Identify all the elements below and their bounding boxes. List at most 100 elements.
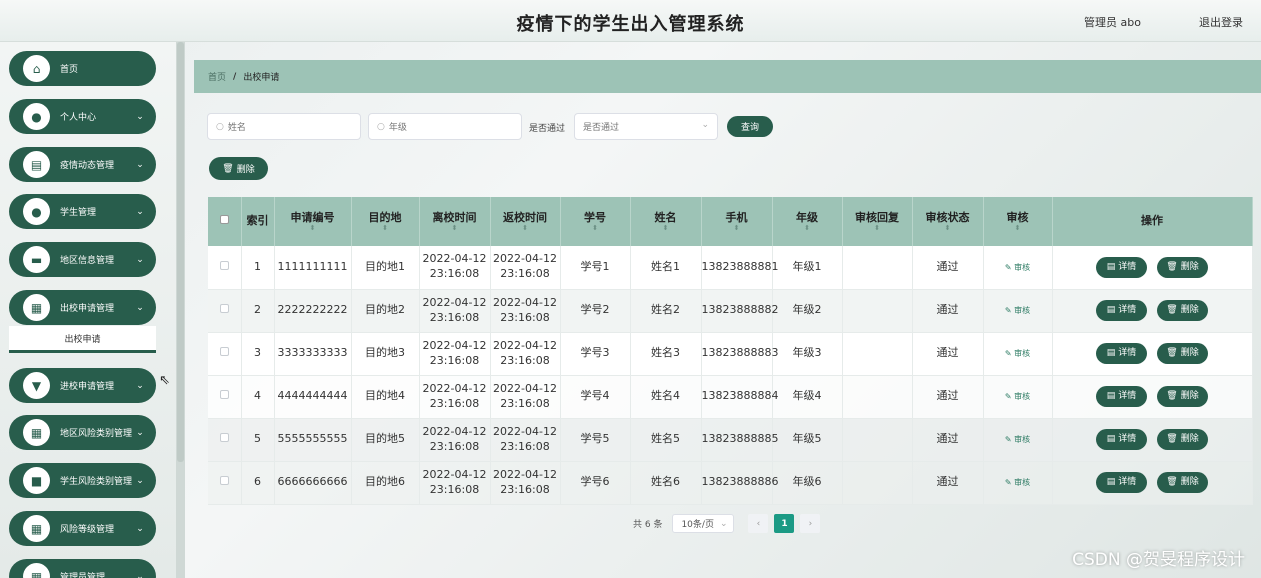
sidebar-item-7[interactable]: ▼ 进校申请管理 ⌄ bbox=[9, 368, 156, 403]
trash-icon: 🗑 bbox=[1166, 262, 1178, 273]
cell-grade: 年级3 bbox=[772, 332, 843, 376]
sidebar-item-1[interactable]: ⌂ 首页 bbox=[9, 51, 156, 86]
batch-delete-button[interactable]: 🗑 删除 bbox=[209, 157, 268, 180]
detail-button[interactable]: ▤ 详情 bbox=[1096, 429, 1147, 450]
cell-phone: 13823888883 bbox=[701, 332, 778, 376]
detail-button[interactable]: ▤ 详情 bbox=[1096, 386, 1147, 407]
col-student-id[interactable]: 学号 ⬍ bbox=[560, 197, 631, 246]
sidebar-item-label: 地区信息管理 bbox=[60, 256, 115, 266]
audit-link[interactable]: ✎ 审核 bbox=[1005, 263, 1030, 272]
sidebar-item-5[interactable]: ▬ 地区信息管理 ⌄ bbox=[9, 242, 156, 277]
col-grade[interactable]: 年级 ⬍ bbox=[772, 197, 843, 246]
next-page-button[interactable]: › bbox=[800, 514, 821, 533]
cell-leave-time: 2022-04-12 23:16:08 bbox=[419, 246, 491, 290]
pagination: 共 6 条 10条/页 ⌄ ‹ 1 › bbox=[633, 514, 821, 533]
sidebar-scrollbar[interactable] bbox=[176, 42, 185, 578]
detail-button[interactable]: ▤ 详情 bbox=[1096, 256, 1147, 278]
cell-phone: 13823888881 bbox=[701, 246, 778, 290]
sidebar-item-6[interactable]: ▦ 出校申请管理 ⌄ bbox=[9, 290, 156, 325]
col-name[interactable]: 姓名 ⬍ bbox=[630, 197, 702, 246]
cell-name: 姓名6 bbox=[630, 461, 702, 505]
cell-index: 4 bbox=[241, 375, 275, 419]
row-delete-button[interactable]: 🗑 删除 bbox=[1157, 343, 1208, 364]
chevron-down-icon: ⌄ bbox=[136, 159, 144, 170]
document-icon: ▤ bbox=[23, 151, 50, 178]
grid-icon: ▦ bbox=[23, 563, 50, 578]
table-row: 1 1111111111 目的地1 2022-04-12 23:16:08 2022-0… bbox=[208, 246, 1253, 290]
detail-button[interactable]: ▤ 详情 bbox=[1096, 343, 1147, 364]
sidebar-item-8[interactable]: ▦ 地区风险类别管理 ⌄ bbox=[9, 415, 156, 450]
pass-select[interactable]: ⌄ bbox=[574, 113, 718, 140]
sidebar-subitem-exit-application[interactable]: 出校申请 bbox=[9, 326, 156, 353]
audit-link[interactable]: ✎ 审核 bbox=[1005, 306, 1030, 315]
select-all-cell[interactable] bbox=[208, 197, 242, 246]
row-checkbox[interactable] bbox=[219, 304, 229, 314]
sidebar-item-label: 管理员管理 bbox=[60, 573, 106, 578]
row-select-cell[interactable] bbox=[208, 375, 242, 419]
col-audit[interactable]: 审核 ⬍ bbox=[983, 197, 1053, 246]
logout-link[interactable]: 退出登录 bbox=[1199, 14, 1243, 30]
row-select-cell[interactable] bbox=[208, 289, 242, 333]
cell-leave-time: 2022-04-12 23:16:08 bbox=[419, 375, 491, 419]
audit-link[interactable]: ✎ 审核 bbox=[1005, 478, 1030, 487]
cell-audit: ✎ 审核 bbox=[983, 418, 1053, 462]
page-number-button[interactable]: 1 bbox=[774, 514, 795, 533]
col-leave-time[interactable]: 离校时间 ⬍ bbox=[419, 197, 491, 246]
trash-icon: 🗑 bbox=[1166, 391, 1178, 402]
sidebar-item-2[interactable]: ● 个人中心 ⌄ bbox=[9, 99, 156, 134]
grade-search-input[interactable]: ○ bbox=[368, 113, 522, 140]
row-checkbox[interactable] bbox=[219, 433, 229, 443]
row-checkbox[interactable] bbox=[219, 476, 229, 486]
sidebar-item-label: 疫情动态管理 bbox=[60, 161, 115, 171]
row-delete-button[interactable]: 🗑 删除 bbox=[1157, 386, 1208, 407]
detail-button[interactable]: ▤ 详情 bbox=[1096, 472, 1147, 493]
name-input-field[interactable] bbox=[227, 121, 360, 132]
cell-destination: 目的地6 bbox=[351, 461, 420, 505]
cell-name: 姓名2 bbox=[630, 289, 702, 333]
audit-link[interactable]: ✎ 审核 bbox=[1005, 392, 1030, 401]
top-bar: 疫情下的学生出入管理系统 管理员 abo 退出登录 bbox=[0, 0, 1261, 42]
edit-icon: ✎ bbox=[1004, 478, 1012, 488]
grid-icon: ▦ bbox=[23, 294, 50, 321]
edit-icon: ✎ bbox=[1004, 435, 1012, 445]
search-button[interactable]: 查询 bbox=[727, 116, 773, 137]
cell-destination: 目的地1 bbox=[351, 246, 420, 290]
sidebar-item-11[interactable]: ▦ 管理员管理 ⌄ bbox=[9, 559, 156, 578]
col-destination[interactable]: 目的地 ⬍ bbox=[351, 197, 420, 246]
col-application-no[interactable]: 申请编号 ⬍ bbox=[274, 197, 352, 246]
row-checkbox[interactable] bbox=[219, 260, 229, 270]
detail-icon: ▤ bbox=[1106, 477, 1116, 488]
row-checkbox[interactable] bbox=[219, 390, 229, 400]
sidebar-item-label: 个人中心 bbox=[60, 113, 97, 123]
audit-link[interactable]: ✎ 审核 bbox=[1005, 435, 1030, 444]
sidebar-item-4[interactable]: ● 学生管理 ⌄ bbox=[9, 194, 156, 229]
row-select-cell[interactable] bbox=[208, 332, 242, 376]
breadcrumb-home[interactable]: 首页 bbox=[208, 70, 226, 83]
sidebar-item-10[interactable]: ▦ 风险等级管理 ⌄ bbox=[9, 511, 156, 546]
name-search-input[interactable]: ○ bbox=[207, 113, 361, 140]
row-select-cell[interactable] bbox=[208, 418, 242, 462]
pass-select-field[interactable] bbox=[583, 121, 717, 132]
col-return-time[interactable]: 返校时间 ⬍ bbox=[490, 197, 561, 246]
row-select-cell[interactable] bbox=[208, 461, 242, 505]
sidebar-item-3[interactable]: ▤ 疫情动态管理 ⌄ bbox=[9, 147, 156, 182]
cell-grade: 年级1 bbox=[772, 246, 843, 290]
row-delete-button[interactable]: 🗑 删除 bbox=[1157, 256, 1208, 278]
sidebar-item-9[interactable]: ■ 学生风险类别管理 ⌄ bbox=[9, 463, 156, 498]
row-select-cell[interactable] bbox=[208, 246, 242, 290]
prev-page-button[interactable]: ‹ bbox=[748, 514, 769, 533]
row-delete-button[interactable]: 🗑 删除 bbox=[1157, 429, 1208, 450]
col-audit-status[interactable]: 审核状态 ⬍ bbox=[912, 197, 984, 246]
row-delete-button[interactable]: 🗑 删除 bbox=[1157, 300, 1208, 321]
cell-return-time: 2022-04-12 23:16:08 bbox=[490, 461, 561, 505]
row-delete-button[interactable]: 🗑 删除 bbox=[1157, 472, 1208, 493]
row-checkbox[interactable] bbox=[219, 347, 229, 357]
select-all-checkbox[interactable] bbox=[219, 215, 229, 225]
grade-input-field[interactable] bbox=[388, 121, 521, 132]
col-phone[interactable]: 手机 ⬍ bbox=[701, 197, 773, 246]
col-audit-reply[interactable]: 审核回复 ⬍ bbox=[842, 197, 913, 246]
audit-link[interactable]: ✎ 审核 bbox=[1005, 349, 1030, 358]
detail-button[interactable]: ▤ 详情 bbox=[1096, 300, 1147, 321]
main-content: ○ ○ 是否通过 ⌄ 查询 🗑 删除 索引 申请编号⬍ 目的地⬍ 离校时间⬍ 返 bbox=[194, 93, 1261, 578]
page-size-select[interactable]: 10条/页 ⌄ bbox=[672, 514, 735, 533]
